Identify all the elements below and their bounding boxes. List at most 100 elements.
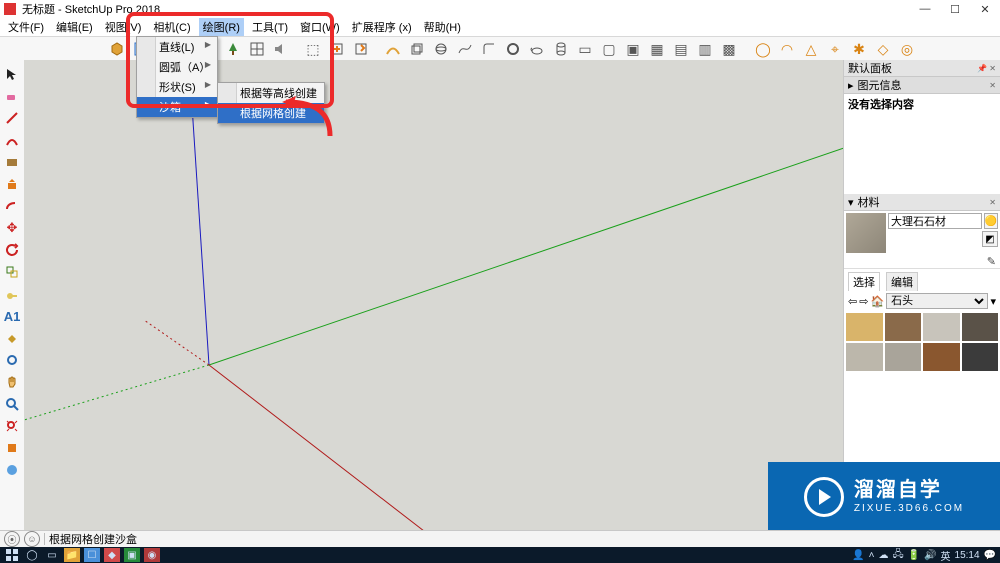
maximize-button[interactable]: ☐ <box>940 0 970 18</box>
menu-edit[interactable]: 编辑(E) <box>52 18 97 36</box>
tool-arc-icon[interactable] <box>2 130 22 150</box>
tray-user-icon[interactable]: 👤 <box>852 550 864 561</box>
menu-tools[interactable]: 工具(T) <box>248 18 292 36</box>
swatch-5[interactable] <box>846 343 883 371</box>
start-button[interactable] <box>4 548 20 562</box>
menu-file[interactable]: 文件(F) <box>4 18 48 36</box>
toolbar-box-icon[interactable] <box>106 38 128 60</box>
expand-materials-icon[interactable]: ▾ <box>848 196 854 209</box>
menu-extensions[interactable]: 扩展程序 (x) <box>348 18 416 36</box>
toolbar-arc-icon[interactable] <box>382 38 404 60</box>
swatch-7[interactable] <box>923 343 960 371</box>
swatch-8[interactable] <box>962 343 999 371</box>
task-app3-icon[interactable]: ▣ <box>124 548 140 562</box>
tool-orbit-icon[interactable] <box>2 350 22 370</box>
toolbar-rect2-icon[interactable]: ▣ <box>622 38 644 60</box>
materials-close-icon[interactable]: ✕ <box>989 198 996 207</box>
task-cortana-icon[interactable]: ▭ <box>44 548 60 562</box>
tool-scale-icon[interactable] <box>2 262 22 282</box>
swatch-1[interactable] <box>846 313 883 341</box>
toolbar-rect4-icon[interactable]: ▤ <box>670 38 692 60</box>
default-panel-header[interactable]: 默认面板 📌✕ <box>844 60 1000 77</box>
toolbar-dash-icon[interactable]: ▭ <box>574 38 596 60</box>
tool-eraser-icon[interactable] <box>2 86 22 106</box>
swatch-2[interactable] <box>885 313 922 341</box>
tool-misc2-icon[interactable] <box>2 460 22 480</box>
toolbar-sphere-icon[interactable] <box>430 38 452 60</box>
toolbar-rect1-icon[interactable]: ▢ <box>598 38 620 60</box>
materials-header[interactable]: ▾材料 ✕ <box>844 194 1000 211</box>
swatch-3[interactable] <box>923 313 960 341</box>
taskview-icon[interactable]: ◯ <box>24 548 40 562</box>
nav-fwd-icon[interactable]: ⇨ <box>859 295 868 308</box>
toolbar-shape3-icon[interactable]: △ <box>800 38 822 60</box>
entity-info-header[interactable]: ▸图元信息 ✕ <box>844 77 1000 94</box>
material-preview[interactable] <box>846 213 886 253</box>
tool-move-icon[interactable]: ✥ <box>2 218 22 238</box>
tool-zoom-icon[interactable] <box>2 394 22 414</box>
tool-text-icon[interactable]: A1 <box>2 306 22 326</box>
menu-camera[interactable]: 相机(C) <box>149 18 194 36</box>
material-default-icon[interactable]: ◩ <box>982 231 998 247</box>
toolbar-sound-icon[interactable] <box>270 38 292 60</box>
task-app2-icon[interactable]: ◆ <box>104 548 120 562</box>
tray-vol-icon[interactable]: 🔊 <box>924 550 936 561</box>
entity-close-icon[interactable]: ✕ <box>989 81 996 90</box>
material-category-select[interactable]: 石头 <box>886 293 988 309</box>
tool-rotate-icon[interactable] <box>2 240 22 260</box>
home-icon[interactable]: 🏠 <box>870 295 884 308</box>
swatch-6[interactable] <box>885 343 922 371</box>
menu-view[interactable]: 视图(V) <box>101 18 146 36</box>
toolbar-teapot-icon[interactable] <box>526 38 548 60</box>
menu-item-arc[interactable]: 圆弧（A） <box>137 57 217 77</box>
task-app1-icon[interactable]: ☐ <box>84 548 100 562</box>
tray-ime[interactable]: 英 <box>941 548 951 563</box>
toolbar-shape4-icon[interactable]: ⌖ <box>824 38 846 60</box>
tool-zoomext-icon[interactable] <box>2 416 22 436</box>
tool-tape-icon[interactable] <box>2 284 22 304</box>
status-person-icon[interactable]: ☺ <box>24 531 40 547</box>
toolbar-extrude-icon[interactable]: ⬚ <box>302 38 324 60</box>
toolbar-shape5-icon[interactable]: ✱ <box>848 38 870 60</box>
toolbar-fillet-icon[interactable] <box>478 38 500 60</box>
status-geo-icon[interactable]: ⦿ <box>4 531 20 547</box>
toolbar-shape7-icon[interactable]: ◎ <box>896 38 918 60</box>
tray-time[interactable]: 15:14 <box>955 550 980 561</box>
toolbar-cube-icon[interactable] <box>406 38 428 60</box>
toolbar-rect3-icon[interactable]: ▦ <box>646 38 668 60</box>
close-button[interactable]: ✕ <box>970 0 1000 18</box>
material-name-input[interactable] <box>888 213 982 229</box>
tab-select[interactable]: 选择 <box>848 272 880 291</box>
toolbar-rect6-icon[interactable]: ▩ <box>718 38 740 60</box>
tool-pushpull-icon[interactable] <box>2 174 22 194</box>
viewport-3d[interactable] <box>24 60 844 531</box>
submenu-from-scratch[interactable]: 根据网格创建 <box>218 103 324 123</box>
tray-notif-icon[interactable]: 💬 <box>984 550 996 561</box>
toolbar-circle-icon[interactable] <box>502 38 524 60</box>
eyedropper-icon[interactable]: ✎ <box>987 255 996 268</box>
toolbar-shape1-icon[interactable]: ◯ <box>752 38 774 60</box>
menu-window[interactable]: 窗口(W) <box>296 18 344 36</box>
toolbar-export-icon[interactable] <box>350 38 372 60</box>
tool-line-icon[interactable] <box>2 108 22 128</box>
tray-net-icon[interactable]: 🖧 <box>892 547 903 563</box>
tool-pan-icon[interactable] <box>2 372 22 392</box>
tool-select-icon[interactable] <box>2 64 22 84</box>
menu-item-shape[interactable]: 形状(S) <box>137 77 217 97</box>
menu-help[interactable]: 帮助(H) <box>420 18 465 36</box>
toolbar-grid-icon[interactable] <box>246 38 268 60</box>
panel-close-icon[interactable]: ✕ <box>989 64 996 73</box>
toolbar-shape2-icon[interactable]: ◠ <box>776 38 798 60</box>
category-menu-icon[interactable]: ▾ <box>990 295 996 308</box>
tray-batt-icon[interactable]: 🔋 <box>908 550 920 561</box>
tray-cloud-icon[interactable]: ☁ <box>878 550 888 561</box>
submenu-from-contours[interactable]: 根据等高线创建 <box>218 83 324 103</box>
toolbar-rect5-icon[interactable]: ▥ <box>694 38 716 60</box>
expand-entity-icon[interactable]: ▸ <box>848 79 854 92</box>
toolbar-tree-icon[interactable] <box>222 38 244 60</box>
toolbar-curve-icon[interactable] <box>454 38 476 60</box>
menu-draw[interactable]: 绘图(R) <box>199 18 244 36</box>
task-sketchup-icon[interactable]: ◉ <box>144 548 160 562</box>
tab-edit[interactable]: 编辑 <box>886 272 918 291</box>
toolbar-shape6-icon[interactable]: ◇ <box>872 38 894 60</box>
